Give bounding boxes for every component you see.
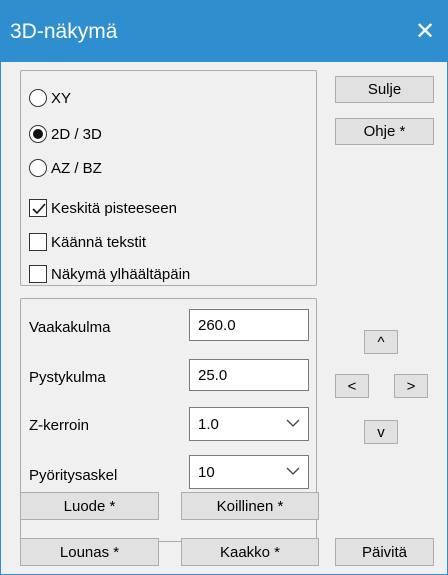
radio-selected-dot (33, 129, 43, 139)
horizontal-angle-value: 260.0 (198, 316, 236, 334)
radio-xy-label: XY (51, 89, 72, 107)
check-rotate-text[interactable]: Käännä tekstit (29, 231, 146, 253)
horizontal-angle-input[interactable]: 260.0 (189, 309, 309, 341)
check-top-view-label: Näkymä ylhäältäpäin (51, 265, 191, 283)
vertical-angle-label: Pystykulma (29, 369, 106, 386)
rotate-left-button[interactable]: < (335, 374, 369, 398)
rotation-step-select[interactable]: 10 (189, 455, 309, 489)
check-rotate-text-label: Käännä tekstit (51, 233, 147, 251)
check-top-view[interactable]: Näkymä ylhäältäpäin (29, 263, 190, 285)
radio-azbz-button[interactable] (29, 159, 47, 177)
check-center-on-point[interactable]: Keskitä pisteeseen (29, 197, 177, 219)
radio-2d3d-button[interactable] (29, 125, 47, 143)
chevron-down-icon (286, 467, 300, 475)
z-factor-select[interactable]: 1.0 (189, 407, 309, 441)
help-button[interactable]: Ohje * (335, 118, 434, 145)
checkmark-icon (32, 203, 46, 215)
close-icon[interactable]: ✕ (402, 0, 448, 62)
chevron-down-icon (286, 419, 300, 427)
southeast-button[interactable]: Kaakko * (181, 538, 319, 566)
horizontal-angle-label: Vaakakulma (29, 319, 111, 336)
radio-azbz[interactable]: AZ / BZ (29, 157, 102, 179)
radio-2d3d-label: 2D / 3D (51, 125, 102, 143)
northeast-button[interactable]: Koillinen * (181, 492, 319, 520)
rotation-step-value: 10 (198, 463, 215, 481)
radio-xy-button[interactable] (29, 89, 47, 107)
dialog-body: XY 2D / 3D AZ / BZ Keskitä pisteeseen Kä… (0, 62, 448, 575)
z-factor-label: Z-kerroin (29, 417, 90, 434)
radio-xy[interactable]: XY (29, 87, 71, 109)
checkbox-top-view[interactable] (29, 265, 47, 283)
rotate-right-button[interactable]: > (394, 374, 428, 398)
vertical-angle-input[interactable]: 25.0 (189, 359, 309, 391)
southwest-button[interactable]: Lounas * (20, 538, 159, 566)
title-bar: 3D-näkymä ✕ (0, 0, 448, 62)
check-center-label: Keskitä pisteeseen (51, 199, 177, 217)
view-options-group: XY 2D / 3D AZ / BZ Keskitä pisteeseen Kä… (20, 70, 317, 286)
refresh-button[interactable]: Päivitä (335, 538, 434, 566)
z-factor-value: 1.0 (198, 415, 219, 433)
checkbox-center[interactable] (29, 199, 47, 217)
close-button[interactable]: Sulje (335, 76, 434, 103)
window-title: 3D-näkymä (10, 20, 118, 43)
rotate-up-button[interactable]: ^ (364, 330, 398, 354)
rotation-step-label: Pyöritysaskel (29, 467, 118, 484)
radio-2d3d[interactable]: 2D / 3D (29, 123, 102, 145)
radio-azbz-label: AZ / BZ (51, 159, 102, 177)
northwest-button[interactable]: Luode * (20, 492, 159, 520)
checkbox-rotate-text[interactable] (29, 233, 47, 251)
rotate-down-button[interactable]: v (364, 420, 398, 444)
vertical-angle-value: 25.0 (198, 366, 228, 384)
